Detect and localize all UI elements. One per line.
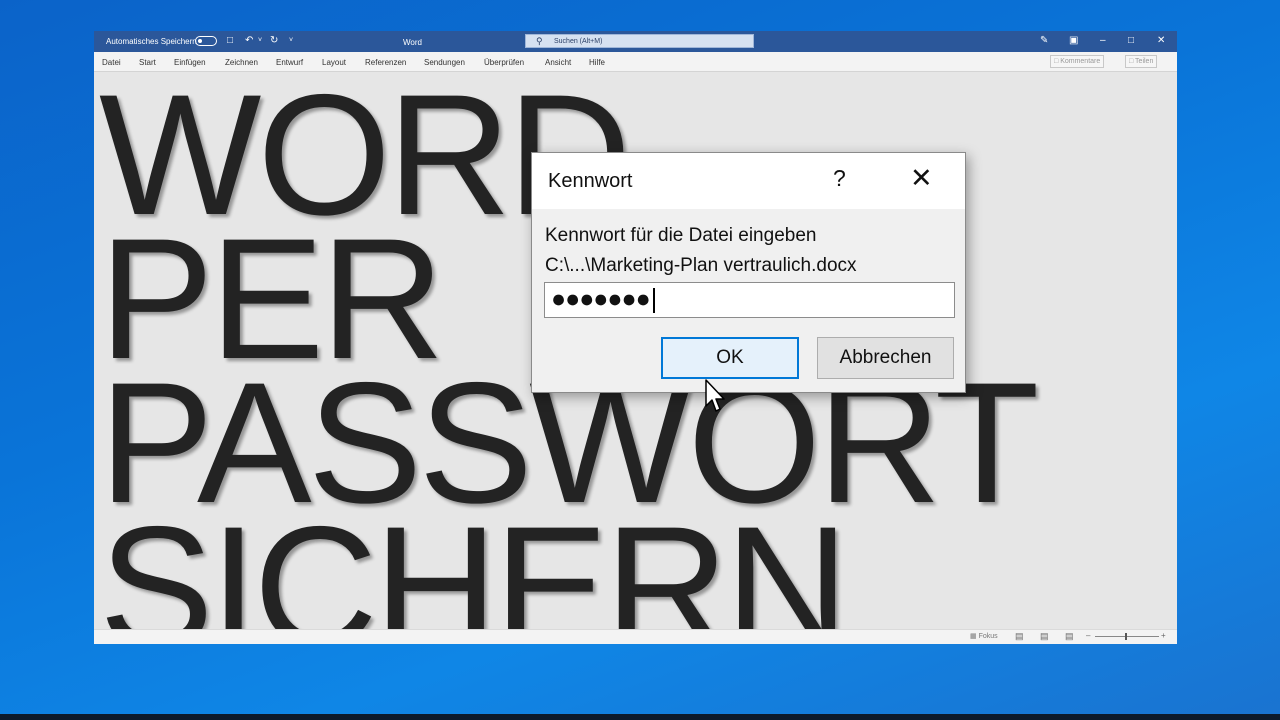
doc-line-4: SICHERN — [99, 491, 849, 644]
comments-button[interactable]: □ Kommentare — [1050, 55, 1105, 68]
toggle-knob — [198, 39, 202, 43]
undo-icon[interactable]: ↶ — [245, 35, 253, 47]
minimize-icon[interactable]: – — [1100, 35, 1106, 46]
pen-icon[interactable]: ✎ — [1040, 35, 1048, 46]
save-icon[interactable]: □ — [227, 35, 233, 47]
share-label: Teilen — [1135, 58, 1154, 65]
zoom-slider-thumb[interactable] — [1125, 633, 1127, 640]
password-mask: ●●●●●●● — [551, 285, 651, 313]
cancel-button[interactable]: Abbrechen — [817, 337, 954, 379]
dialog-title: Kennwort — [548, 170, 633, 192]
zoom-slider-track[interactable] — [1095, 636, 1159, 637]
customize-toolbar-icon[interactable]: ˅ — [289, 35, 293, 47]
comments-label: Kommentare — [1060, 58, 1101, 65]
text-caret — [653, 288, 655, 313]
mouse-pointer-icon — [705, 379, 725, 412]
password-input[interactable]: ●●●●●●● — [544, 282, 955, 318]
help-icon[interactable]: ? — [833, 165, 846, 192]
password-prompt: Kennwort für die Datei eingeben — [545, 225, 817, 246]
focus-mode-button[interactable]: ▦ Fokus — [970, 632, 998, 640]
share-button[interactable]: □ Teilen — [1125, 55, 1158, 68]
web-layout-icon[interactable]: ▤ — [1065, 631, 1074, 642]
taskbar — [0, 714, 1280, 720]
print-layout-icon[interactable]: ▤ — [1040, 631, 1049, 642]
zoom-in-icon[interactable]: + — [1161, 631, 1166, 640]
ribbon-display-icon[interactable]: ▣ — [1069, 35, 1078, 46]
search-box[interactable]: ⚲ Suchen (Alt+M) — [525, 34, 754, 48]
ok-button[interactable]: OK — [661, 337, 799, 379]
password-dialog: Kennwort ? ✕ Kennwort für die Datei eing… — [531, 152, 966, 393]
autosave-toggle[interactable] — [195, 36, 217, 46]
undo-dropdown-icon[interactable]: ˅ — [258, 35, 262, 47]
autosave-label: Automatisches Speichern — [106, 37, 197, 46]
search-placeholder: Suchen (Alt+M) — [554, 38, 603, 45]
status-bar: ▦ Fokus ▤ ▤ ▤ – + — [94, 629, 1177, 644]
window-title: Word — [403, 38, 422, 47]
dialog-header: Kennwort ? ✕ — [532, 153, 965, 209]
zoom-out-icon[interactable]: – — [1086, 631, 1090, 640]
close-window-icon[interactable]: ✕ — [1157, 35, 1165, 46]
focus-label: Fokus — [978, 633, 998, 640]
read-mode-icon[interactable]: ▤ — [1015, 631, 1024, 642]
file-path: C:\...\Marketing-Plan vertraulich.docx — [545, 255, 857, 276]
redo-icon[interactable]: ↻ — [270, 35, 278, 47]
close-icon[interactable]: ✕ — [910, 163, 933, 194]
search-icon: ⚲ — [536, 36, 543, 46]
maximize-icon[interactable]: □ — [1128, 35, 1134, 46]
title-bar: Automatisches Speichern □ ↶ ˅ ↻ ˅ Word ⚲… — [94, 31, 1177, 52]
focus-icon: ▦ — [970, 633, 979, 640]
